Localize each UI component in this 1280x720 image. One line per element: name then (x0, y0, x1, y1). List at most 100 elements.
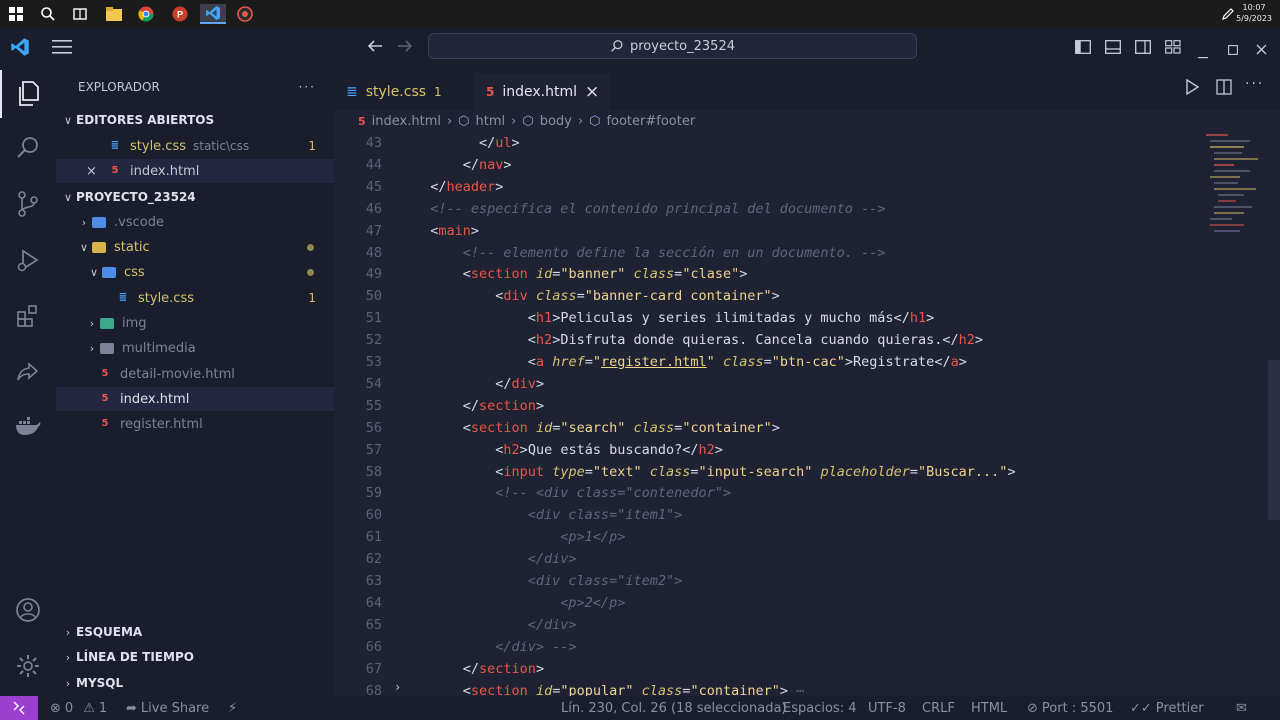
hamburger-menu-icon[interactable] (52, 39, 72, 58)
code-line[interactable]: 47 <main> (334, 220, 1204, 242)
code-line[interactable]: 65 </div> (334, 614, 1204, 636)
tree-folder-img[interactable]: › img (56, 311, 334, 335)
pen-icon[interactable] (1218, 4, 1238, 24)
open-editor-item[interactable]: ≣ style.css static\css 1 (56, 134, 334, 158)
timeline-section[interactable]: › LÍNEA DE TIEMPO (56, 645, 334, 669)
toggle-secondary-sidebar-icon[interactable] (1135, 39, 1151, 58)
notifications-icon[interactable]: ✉ (1236, 696, 1247, 720)
file-explorer-icon[interactable] (104, 4, 124, 24)
lightning-icon[interactable]: ⚡ (228, 696, 237, 720)
search-icon[interactable] (38, 4, 58, 24)
code-line[interactable]: 43 </ul> (334, 132, 1204, 154)
search-icon[interactable] (0, 124, 56, 172)
code-line[interactable]: 61 <p>1</p> (334, 526, 1204, 548)
mysql-section[interactable]: › MYSQL (56, 671, 334, 695)
problems-indicator[interactable]: ⊗ 0 ⚠ 1 (50, 696, 107, 720)
live-server-port[interactable]: ⊘ Port : 5501 (1027, 696, 1113, 720)
task-view-icon[interactable] (70, 4, 90, 24)
tree-file-register[interactable]: 5 register.html (56, 412, 334, 436)
breadcrumb-item[interactable]: footer#footer (606, 114, 695, 129)
tree-folder-css[interactable]: ∨ css (56, 260, 334, 284)
close-icon[interactable]: × (585, 82, 599, 102)
code-line[interactable]: 49 <section id="banner" class="clase"> (334, 263, 1204, 285)
breadcrumb-item[interactable]: body (540, 114, 572, 129)
code-line[interactable]: 53 <a href="register.html" class="btn-ca… (334, 351, 1204, 373)
prettier-status[interactable]: ✓✓ Prettier (1130, 696, 1204, 720)
code-line[interactable]: 57 <h2>Que estás buscando?</h2> (334, 439, 1204, 461)
command-center-search[interactable]: proyecto_23524 (428, 33, 917, 59)
extensions-icon[interactable] (0, 292, 56, 340)
breadcrumb-item[interactable]: html (476, 114, 506, 129)
code-line[interactable]: 44 </nav> (334, 154, 1204, 176)
live-share-icon[interactable] (0, 348, 56, 396)
code-line[interactable]: 56 <section id="search" class="container… (334, 417, 1204, 439)
tab-index-html[interactable]: 5 index.html × (474, 73, 610, 110)
remote-indicator-icon[interactable] (0, 696, 38, 720)
run-debug-icon[interactable] (0, 236, 56, 284)
code-line[interactable]: 51 <h1>Peliculas y series ilimitadas y m… (334, 307, 1204, 329)
cursor-position[interactable]: Lín. 230, Col. 26 (18 seleccionada) (561, 696, 787, 720)
more-actions-icon[interactable]: ··· (299, 80, 316, 94)
indentation[interactable]: Espacios: 4 (783, 696, 856, 720)
code-line[interactable]: 60 <div class="item1"> (334, 504, 1204, 526)
tree-folder-static[interactable]: ∨ static (56, 235, 334, 259)
account-icon[interactable] (0, 586, 56, 634)
tab-style-css[interactable]: ≣ style.css 1 (334, 73, 470, 110)
close-icon[interactable]: × (86, 164, 108, 179)
code-line[interactable]: 54 </div> (334, 373, 1204, 395)
project-section[interactable]: ∨ PROYECTO_23524 (56, 185, 334, 209)
fold-chevron-icon[interactable]: › (394, 680, 401, 694)
code-line[interactable]: 66 </div> --> (334, 636, 1204, 658)
open-editor-item[interactable]: × 5 index.html (56, 159, 334, 183)
split-editor-icon[interactable] (1216, 79, 1232, 99)
live-share-button[interactable]: ➦ Live Share (126, 696, 209, 720)
explorer-icon[interactable] (0, 70, 56, 118)
minimap[interactable] (1206, 132, 1266, 252)
open-editors-section[interactable]: ∨ EDITORES ABIERTOS (56, 108, 334, 132)
docker-icon[interactable] (0, 402, 56, 450)
minimize-icon[interactable] (1198, 44, 1208, 63)
code-line[interactable]: 58 <input type="text" class="input-searc… (334, 461, 1204, 483)
code-line[interactable]: 64 <p>2</p> (334, 592, 1204, 614)
code-line[interactable]: 50 <div class="banner-card container"> (334, 285, 1204, 307)
code-line[interactable]: 63 <div class="item2"> (334, 570, 1204, 592)
code-editor[interactable]: 43 </ul> 44 </nav> 45 </header> 46 <!-- esp… (334, 132, 1280, 699)
code-line[interactable]: 59 <!-- <div class="contenedor"> (334, 482, 1204, 504)
tree-file-detail-movie[interactable]: 5 detail-movie.html (56, 362, 334, 386)
run-icon[interactable] (1185, 78, 1200, 99)
code-line[interactable]: 46 <!-- especifica el contenido principa… (334, 198, 1204, 220)
toggle-primary-sidebar-icon[interactable] (1075, 39, 1091, 58)
tree-folder-vscode[interactable]: › .vscode (56, 210, 334, 234)
code-line[interactable]: 52 <h2>Disfruta donde quieras. Cancela c… (334, 329, 1204, 351)
gear-icon[interactable] (0, 642, 56, 690)
toggle-panel-icon[interactable] (1105, 39, 1121, 58)
tree-file-style-css[interactable]: ≣ style.css 1 (56, 286, 334, 310)
tree-folder-multimedia[interactable]: › multimedia (56, 336, 334, 360)
customize-layout-icon[interactable] (1165, 39, 1181, 58)
maximize-icon[interactable] (1228, 40, 1238, 59)
code-line[interactable]: 48 <!-- elemento define la sección en un… (334, 242, 1204, 264)
end-of-line[interactable]: CRLF (922, 696, 955, 720)
encoding[interactable]: UTF-8 (868, 696, 906, 720)
system-clock[interactable]: 10:07 5/9/2023 (1236, 2, 1272, 24)
recorder-icon[interactable] (235, 4, 255, 24)
forward-arrow-icon[interactable] (396, 38, 414, 58)
source-control-icon[interactable] (0, 180, 56, 228)
chrome-icon[interactable] (136, 4, 156, 24)
outline-section[interactable]: › ESQUEMA (56, 620, 334, 644)
breadcrumb-item[interactable]: index.html (372, 114, 441, 129)
code-line[interactable]: 62 </div> (334, 548, 1204, 570)
tree-file-index[interactable]: 5 index.html (56, 387, 334, 411)
code-line[interactable]: 67 </section> (334, 658, 1204, 680)
vertical-scrollbar[interactable] (1268, 360, 1280, 520)
powerpoint-icon[interactable]: P (170, 4, 190, 24)
code-line[interactable]: 55 </section> (334, 395, 1204, 417)
close-window-icon[interactable] (1256, 40, 1267, 59)
code-line[interactable]: 45 </header> (334, 176, 1204, 198)
more-actions-icon[interactable]: ··· (1245, 76, 1264, 92)
line-number: 57 (365, 441, 382, 458)
vscode-taskbar-icon[interactable] (200, 4, 226, 24)
language-mode[interactable]: HTML (971, 696, 1007, 720)
windows-start-icon[interactable] (6, 4, 26, 24)
back-arrow-icon[interactable] (366, 38, 384, 58)
